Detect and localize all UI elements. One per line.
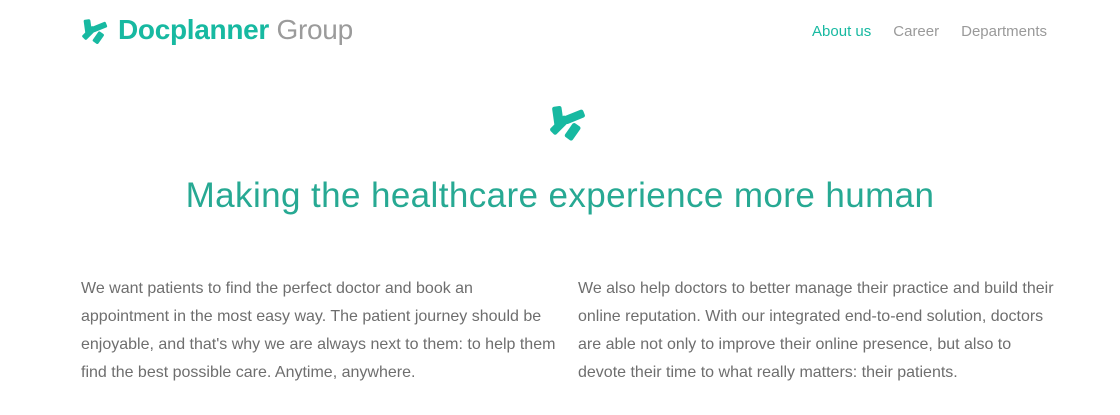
logo-text: Docplanner Group <box>118 12 353 48</box>
intro-left-paragraph: We want patients to find the perfect doc… <box>81 280 556 381</box>
nav-about-us[interactable]: About us <box>812 22 871 42</box>
docplanner-star-icon <box>550 105 585 141</box>
site-logo[interactable]: Docplanner Group <box>80 12 353 48</box>
logo-brand: Docplanner <box>118 14 270 45</box>
docplanner-star-icon <box>82 19 108 44</box>
site-header: Docplanner Group About us Career Departm… <box>0 0 1120 64</box>
logo-group: Group <box>276 14 354 45</box>
nav-departments[interactable]: Departments <box>961 22 1047 42</box>
nav-career[interactable]: Career <box>893 22 939 42</box>
hero-headline: Making the healthcare experience more hu… <box>185 176 935 215</box>
main-nav: About us Career Departments <box>812 22 1047 42</box>
intro-right-paragraph: We also help doctors to better manage th… <box>578 280 1054 381</box>
